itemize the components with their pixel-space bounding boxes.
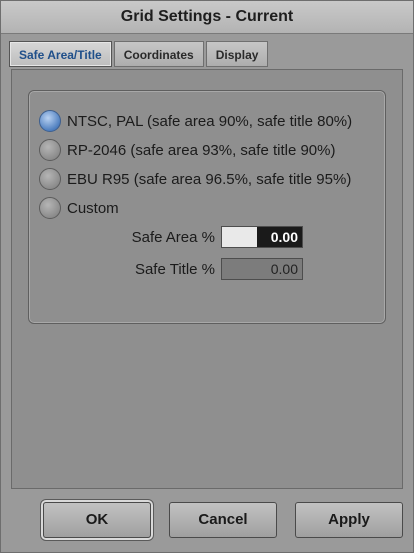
- dialog-title: Grid Settings - Current: [1, 1, 413, 34]
- option-ntsc-pal-label: NTSC, PAL (safe area 90%, safe title 80%…: [67, 112, 353, 130]
- ok-button[interactable]: OK: [43, 502, 151, 538]
- safe-title-input[interactable]: 0.00: [221, 258, 303, 280]
- tab-display[interactable]: Display: [205, 41, 269, 67]
- option-rp-2046[interactable]: RP-2046 (safe area 93%, safe title 90%): [39, 138, 335, 162]
- safe-area-input[interactable]: 0.00: [221, 226, 303, 248]
- grid-settings-dialog: Grid Settings - Current Safe Area/Title …: [0, 0, 414, 553]
- safe-title-label: Safe Title %: [134, 260, 215, 278]
- radio-rp-2046[interactable]: [39, 139, 61, 161]
- tab-coordinates[interactable]: Coordinates: [113, 41, 204, 67]
- safe-title-row: Safe Title % 0.00: [105, 257, 303, 281]
- option-ntsc-pal[interactable]: NTSC, PAL (safe area 90%, safe title 80%…: [39, 109, 352, 133]
- option-ebu-r95-label: EBU R95 (safe area 96.5%, safe title 95%…: [67, 170, 352, 188]
- option-custom-label: Custom: [67, 199, 119, 217]
- tab-bar: Safe Area/Title Coordinates Display: [9, 41, 270, 69]
- cancel-button[interactable]: Cancel: [169, 502, 277, 538]
- radio-ebu-r95[interactable]: [39, 168, 61, 190]
- option-rp-2046-label: RP-2046 (safe area 93%, safe title 90%): [67, 141, 336, 159]
- safe-area-label: Safe Area %: [131, 228, 215, 246]
- radio-custom[interactable]: [39, 197, 61, 219]
- tab-safe-area-title[interactable]: Safe Area/Title: [9, 41, 112, 67]
- apply-button[interactable]: Apply: [295, 502, 403, 538]
- safe-area-options-group: NTSC, PAL (safe area 90%, safe title 80%…: [28, 90, 386, 324]
- option-custom[interactable]: Custom: [39, 196, 119, 220]
- safe-area-row: Safe Area % 0.00: [105, 225, 303, 249]
- option-ebu-r95[interactable]: EBU R95 (safe area 96.5%, safe title 95%…: [39, 167, 351, 191]
- radio-ntsc-pal[interactable]: [39, 110, 61, 132]
- safe-area-title-pane: NTSC, PAL (safe area 90%, safe title 80%…: [11, 69, 403, 489]
